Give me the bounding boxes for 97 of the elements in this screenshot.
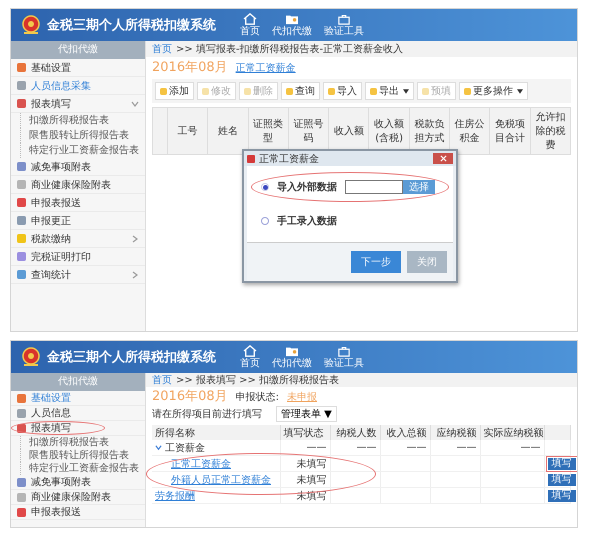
sidebar-item[interactable]: 基础设置: [11, 391, 145, 406]
sidebar-subitem[interactable]: 限售股转让所得报告表: [20, 128, 145, 143]
sidebar-item[interactable]: 申报更正: [11, 212, 145, 230]
column-header: 纳税人数: [330, 425, 380, 440]
chevron-icon: [131, 234, 139, 242]
dialog-title: 正常工资薪金: [259, 152, 319, 166]
fill-button[interactable]: 填写: [548, 490, 576, 502]
sidebar-item[interactable]: 税款缴纳: [11, 230, 145, 248]
income-item[interactable]: 工资薪金: [165, 440, 205, 454]
expand-caret-icon[interactable]: [155, 444, 162, 451]
sidebar-subitem[interactable]: 特定行业工资薪金报告表: [20, 462, 145, 475]
chevron-icon: [131, 100, 139, 108]
breadcrumb-home-link[interactable]: 首页: [152, 373, 172, 387]
table-cell: 未填写: [296, 458, 326, 470]
home-icon: [243, 12, 257, 24]
caret-icon: [517, 88, 523, 94]
column-header: 应纳税额: [430, 425, 480, 440]
report-type-link[interactable]: 正常工资薪金: [236, 58, 296, 80]
nav-item[interactable]: 首页: [240, 344, 260, 370]
income-item[interactable]: 劳务报酬: [155, 488, 195, 502]
hint-text: 请在所得项目前进行填写: [152, 408, 262, 421]
radio-button[interactable]: [261, 217, 269, 225]
chevron-icon: [131, 270, 139, 278]
nav-item[interactable]: 验证工具: [324, 12, 364, 38]
status-label: 申报状态:: [236, 390, 280, 405]
dialog-icon: [247, 154, 255, 162]
sidebar-subitem[interactable]: 扣缴所得税报告表: [20, 113, 145, 128]
column-header: 住房公积金: [450, 108, 490, 154]
folder-icon: [285, 344, 299, 356]
sidebar-item[interactable]: 报表填写: [11, 421, 145, 436]
column-header: 收入总额: [380, 425, 430, 440]
table-cell: ——: [306, 442, 326, 453]
emblem-icon: [21, 347, 41, 367]
toolbar-button[interactable]: 更多操作: [459, 82, 528, 100]
declaration-status: 未申报: [287, 390, 318, 405]
sidebar-item[interactable]: 查询统计: [11, 266, 145, 284]
home-icon: [243, 344, 257, 356]
column-header: 姓名: [208, 108, 248, 154]
tax-period: 2016年08月: [152, 388, 228, 406]
nav-item[interactable]: 代扣代缴: [272, 344, 312, 370]
breadcrumb-path: >> 报表填写 >> 扣缴所得税报告表: [176, 374, 340, 387]
toolbox-icon: [337, 12, 351, 24]
close-icon: [440, 155, 446, 162]
sidebar-item[interactable]: 人员信息: [11, 406, 145, 421]
sidebar-item[interactable]: 申报表报送: [11, 505, 145, 520]
table-cell: 未填写: [296, 474, 326, 486]
column-header: 工号: [168, 108, 208, 154]
sidebar-item[interactable]: 基础设置: [11, 59, 145, 77]
nav-item[interactable]: 验证工具: [324, 344, 364, 370]
column-header: 免税项目合计: [490, 108, 530, 154]
sidebar-item[interactable]: 人员信息采集: [11, 77, 145, 95]
close-button[interactable]: [433, 153, 453, 164]
sidebar-subitem[interactable]: 扣缴所得税报告表: [20, 436, 145, 449]
sidebar-item[interactable]: 减免事项附表: [11, 158, 145, 176]
table-cell: ——: [356, 442, 376, 453]
income-item[interactable]: 外籍人员正常工资薪金: [171, 474, 271, 486]
table-cell: ——: [406, 442, 426, 453]
sidebar-title: 代扣代缴: [11, 41, 145, 59]
sidebar-item[interactable]: 完税证明打印: [11, 248, 145, 266]
option-label: 手工录入数据: [277, 214, 337, 228]
sidebar-item[interactable]: 商业健康保险附表: [11, 490, 145, 505]
sidebar-item[interactable]: 减免事项附表: [11, 475, 145, 490]
column-header: 填写状态: [280, 425, 330, 440]
sidebar-item[interactable]: 报表填写: [11, 95, 145, 113]
toolbar-button[interactable]: 查询: [281, 82, 320, 100]
sidebar-subitem[interactable]: 限售股转让所得报告表: [20, 449, 145, 462]
file-path-field[interactable]: [345, 180, 403, 194]
sidebar-title: 代扣代缴: [11, 373, 145, 391]
nav-item[interactable]: 代扣代缴: [272, 12, 312, 38]
select-column-header: [152, 108, 168, 154]
folder-icon: [285, 12, 299, 24]
sidebar-subitem[interactable]: 特定行业工资薪金报告表: [20, 143, 145, 158]
column-header: 所得名称: [152, 425, 280, 440]
table-cell: ——: [520, 442, 540, 453]
fill-button[interactable]: 填写: [548, 474, 576, 486]
column-header: 允许扣除的税费: [530, 108, 570, 154]
column-header: 实际应纳税额: [480, 425, 544, 440]
app-title: 金税三期个人所得税扣缴系统: [47, 348, 216, 366]
toolbar-button[interactable]: 导入: [323, 82, 362, 100]
sidebar-item[interactable]: 商业健康保险附表: [11, 176, 145, 194]
toolbox-icon: [337, 344, 351, 356]
manage-forms-button[interactable]: 管理表单 ▼: [276, 406, 337, 422]
app-title: 金税三期个人所得税扣缴系统: [47, 16, 216, 34]
table-cell: ——: [456, 442, 476, 453]
toolbar-button[interactable]: 导出: [365, 82, 414, 100]
fill-button[interactable]: 填写: [548, 458, 576, 470]
breadcrumb-path: >> 填写报表-扣缴所得税报告表-正常工资薪金收入: [176, 42, 404, 56]
tax-period: 2016年08月: [152, 59, 228, 77]
nav-item[interactable]: 首页: [240, 12, 260, 38]
option-label: 导入外部数据: [277, 180, 337, 194]
caret-icon: [403, 88, 409, 94]
dialog-button[interactable]: 下一步: [351, 251, 401, 273]
sidebar-item[interactable]: 申报表报送: [11, 194, 145, 212]
breadcrumb-home-link[interactable]: 首页: [152, 42, 172, 56]
emblem-icon: [21, 15, 41, 35]
radio-button[interactable]: [261, 183, 269, 191]
toolbar-button[interactable]: 添加: [155, 82, 194, 100]
